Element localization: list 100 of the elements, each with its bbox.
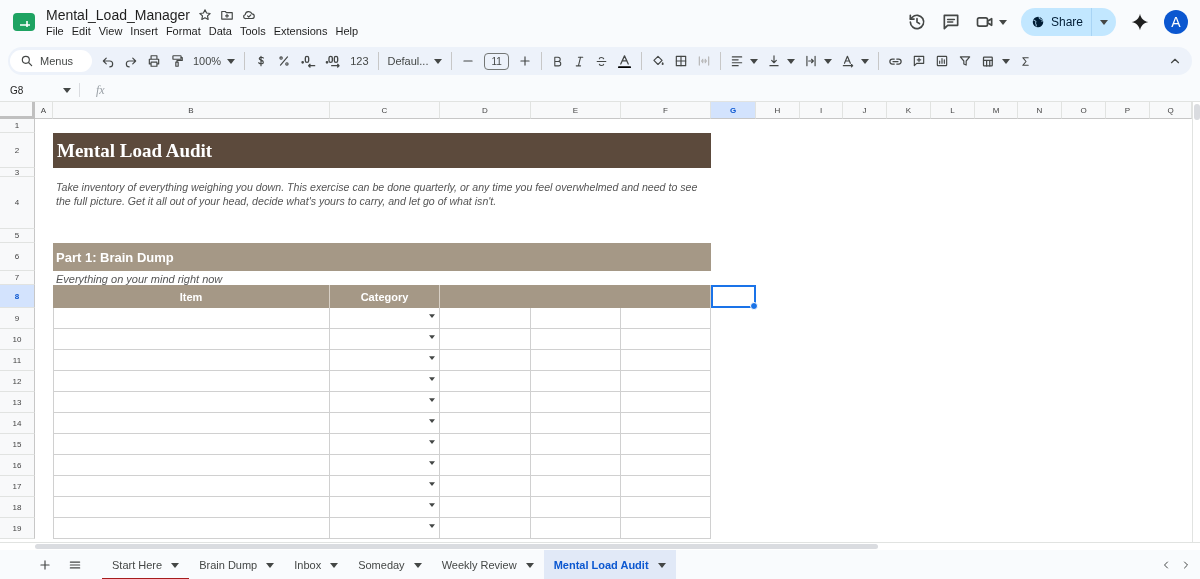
caret-icon[interactable] <box>63 87 71 93</box>
decrease-decimal-icon[interactable] <box>300 53 317 69</box>
row-header[interactable]: 3 <box>0 168 35 177</box>
sheet-list-icon[interactable] <box>68 558 82 572</box>
column-header[interactable]: Q <box>1150 102 1192 119</box>
table-cell[interactable] <box>531 392 621 413</box>
dropdown-caret-icon[interactable] <box>429 524 435 528</box>
column-header[interactable]: K <box>887 102 931 119</box>
dropdown-cell[interactable] <box>330 455 440 476</box>
row-header[interactable]: 8 <box>0 285 35 308</box>
table-cell[interactable] <box>440 476 531 497</box>
dropdown-cell[interactable] <box>330 413 440 434</box>
caret-icon[interactable] <box>525 562 534 568</box>
table-cell[interactable] <box>621 518 711 539</box>
row-header[interactable]: 6 <box>0 243 35 271</box>
menu-item[interactable]: File <box>46 25 69 37</box>
menu-search-field[interactable]: Menus <box>10 50 92 72</box>
dropdown-caret-icon[interactable] <box>429 440 435 444</box>
table-cell[interactable] <box>621 350 711 371</box>
zoom-dropdown[interactable]: 100% <box>193 55 236 67</box>
borders-icon[interactable] <box>673 54 688 68</box>
column-header[interactable]: M <box>975 102 1018 119</box>
table-view-dropdown[interactable] <box>980 53 1010 69</box>
table-cell[interactable] <box>440 434 531 455</box>
sheet-tab[interactable]: Brain Dump <box>189 550 285 579</box>
text-wrap-dropdown[interactable] <box>803 54 832 68</box>
row-header[interactable]: 19 <box>0 518 35 539</box>
caret-icon[interactable] <box>860 58 869 64</box>
table-cell[interactable] <box>531 518 621 539</box>
text-color-icon[interactable] <box>616 53 632 69</box>
table-cell[interactable] <box>440 518 531 539</box>
cloud-icon[interactable] <box>242 8 256 22</box>
menu-item[interactable]: Format <box>165 25 206 37</box>
column-header[interactable]: I <box>800 102 843 119</box>
column-header[interactable]: B <box>53 102 330 119</box>
table-cell[interactable] <box>53 413 330 434</box>
user-avatar[interactable]: A <box>1164 10 1188 34</box>
column-header[interactable]: C <box>330 102 440 119</box>
add-comment-icon[interactable] <box>911 54 926 68</box>
table-cell[interactable] <box>531 350 621 371</box>
dropdown-cell[interactable] <box>330 371 440 392</box>
paint-roller-icon[interactable] <box>170 54 184 68</box>
caret-icon[interactable] <box>657 562 666 568</box>
table-cell[interactable] <box>53 476 330 497</box>
merge-cells-icon[interactable] <box>696 54 711 68</box>
table-cell[interactable] <box>53 329 330 350</box>
row-header[interactable]: 9 <box>0 308 35 329</box>
table-cell[interactable] <box>53 518 330 539</box>
row-header[interactable]: 10 <box>0 329 35 350</box>
dropdown-caret-icon[interactable] <box>429 419 435 423</box>
caret-icon[interactable] <box>749 58 758 64</box>
table-cell[interactable] <box>53 392 330 413</box>
increase-decimal-icon[interactable] <box>325 53 342 69</box>
sheet-tab[interactable]: Weekly Review <box>431 550 544 579</box>
table-cell[interactable] <box>53 497 330 518</box>
menu-item[interactable]: Tools <box>239 25 271 37</box>
sheet-tab[interactable]: Inbox <box>284 550 349 579</box>
dropdown-cell[interactable] <box>330 329 440 350</box>
plus-icon[interactable] <box>517 54 532 68</box>
folder-icon[interactable] <box>220 8 234 22</box>
dropdown-caret-icon[interactable] <box>429 461 435 465</box>
dropdown-caret-icon[interactable] <box>429 503 435 507</box>
table-cell[interactable] <box>440 308 531 329</box>
column-header[interactable]: H <box>756 102 800 119</box>
name-box[interactable]: G8 <box>10 84 55 96</box>
row-header[interactable]: 11 <box>0 350 35 371</box>
sheet-tab[interactable]: Someday <box>348 550 432 579</box>
dropdown-cell[interactable] <box>330 392 440 413</box>
table-cell[interactable] <box>53 455 330 476</box>
table-cell[interactable] <box>621 434 711 455</box>
table-cell[interactable] <box>440 413 531 434</box>
dropdown-caret-icon[interactable] <box>429 356 435 360</box>
caret-icon[interactable] <box>998 19 1007 25</box>
row-header[interactable]: 4 <box>0 177 35 229</box>
caret-icon[interactable] <box>1001 58 1010 64</box>
strikethrough-icon[interactable] <box>594 54 608 68</box>
row-header[interactable]: 1 <box>0 119 35 133</box>
row-header[interactable]: 16 <box>0 455 35 476</box>
table-cell[interactable] <box>531 497 621 518</box>
caret-icon[interactable] <box>330 562 339 568</box>
dropdown-cell[interactable] <box>330 497 440 518</box>
table-cell[interactable] <box>621 392 711 413</box>
table-cell[interactable] <box>621 497 711 518</box>
caret-icon[interactable] <box>227 58 236 64</box>
table-cell[interactable] <box>440 497 531 518</box>
align-dropdown[interactable] <box>729 54 758 68</box>
column-header[interactable]: E <box>531 102 621 119</box>
redo-icon[interactable] <box>124 54 138 68</box>
table-cell[interactable] <box>531 329 621 350</box>
caret-icon[interactable] <box>266 562 275 568</box>
document-title[interactable]: Mental_Load_Manager <box>46 7 190 23</box>
table-cell[interactable] <box>440 392 531 413</box>
table-cell[interactable] <box>621 329 711 350</box>
column-header[interactable]: N <box>1018 102 1062 119</box>
table-cell[interactable] <box>440 350 531 371</box>
scrollbar-thumb[interactable] <box>1193 104 1200 120</box>
row-header[interactable]: 5 <box>0 229 35 243</box>
fill-handle[interactable] <box>750 302 758 310</box>
filter-icon[interactable] <box>957 54 972 68</box>
caret-icon[interactable] <box>786 58 795 64</box>
